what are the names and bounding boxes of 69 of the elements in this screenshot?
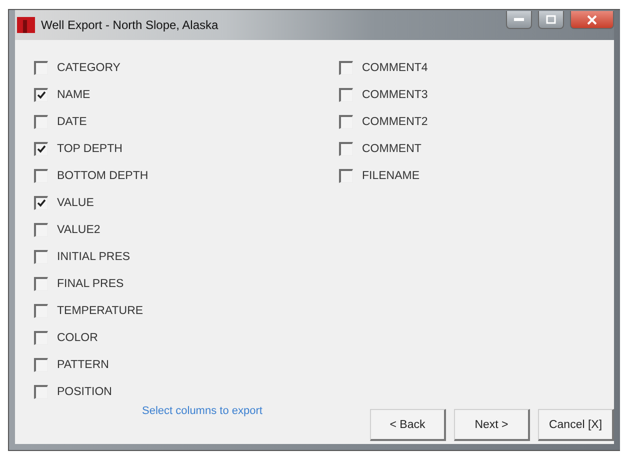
column-checkbox[interactable]: VALUE	[34, 189, 339, 216]
column-checkbox[interactable]: VALUE2	[34, 216, 339, 243]
column-label: FINAL PRES	[57, 278, 124, 290]
checkbox[interactable]	[34, 142, 48, 156]
column-checkbox[interactable]: BOTTOM DEPTH	[34, 162, 339, 189]
checkbox[interactable]	[34, 304, 48, 318]
column-checkbox[interactable]: TOP DEPTH	[34, 135, 339, 162]
checkbox[interactable]	[339, 142, 353, 156]
checkbox[interactable]	[34, 276, 48, 290]
column-label: TEMPERATURE	[57, 304, 144, 316]
checkmark-icon	[37, 91, 46, 99]
checkmark-icon	[37, 145, 46, 153]
dialog-button[interactable]: Cancel [X]	[538, 409, 614, 441]
column-label: COMMENT	[362, 142, 422, 154]
column-label: INITIAL PRES	[57, 250, 130, 262]
column-checkbox[interactable]: PATTERN	[34, 351, 339, 378]
checkbox[interactable]	[34, 330, 48, 344]
checkbox[interactable]	[34, 60, 48, 74]
column-checkbox[interactable]: FINAL PRES	[34, 270, 339, 297]
column-checkbox[interactable]: COLOR	[34, 324, 339, 351]
checkbox[interactable]	[339, 168, 353, 182]
minimize-icon	[514, 18, 524, 22]
column-checkbox[interactable]: COMMENT4	[339, 54, 539, 81]
column-label: COMMENT3	[362, 88, 428, 100]
column-checkbox[interactable]: CATEGORY	[34, 54, 339, 81]
checkbox[interactable]	[34, 168, 48, 182]
column-checkbox[interactable]: INITIAL PRES	[34, 243, 339, 270]
checkbox[interactable]	[339, 60, 353, 74]
column-checkbox[interactable]: NAME	[34, 81, 339, 108]
dialog-button[interactable]: < Back	[370, 409, 446, 441]
close-icon	[587, 14, 597, 24]
column-label: COLOR	[57, 332, 98, 344]
checkbox[interactable]	[34, 196, 48, 210]
checkbox[interactable]	[34, 358, 48, 372]
column-checkbox[interactable]: COMMENT3	[339, 81, 539, 108]
column-label: CATEGORY	[57, 62, 120, 74]
column-checkbox[interactable]: COMMENT2	[339, 108, 539, 135]
window-title: Well Export - North Slope, Alaska	[41, 18, 218, 32]
minimize-button[interactable]	[506, 11, 532, 29]
column-label: POSITION	[57, 386, 112, 398]
maximize-icon	[546, 15, 556, 24]
column-label: VALUE	[57, 196, 94, 208]
column-checkbox[interactable]: COMMENT	[339, 135, 539, 162]
column-label: PATTERN	[57, 358, 109, 370]
checkmark-icon	[37, 199, 46, 207]
column-checkbox[interactable]: FILENAME	[339, 162, 539, 189]
column-label: VALUE2	[57, 224, 100, 236]
maximize-button[interactable]	[538, 11, 564, 29]
column-label: NAME	[57, 88, 90, 100]
column-label: COMMENT2	[362, 116, 428, 128]
checkbox[interactable]	[339, 88, 353, 102]
column-checkbox[interactable]: POSITION	[34, 378, 339, 405]
checkbox[interactable]	[34, 250, 48, 264]
hint-text: Select columns to export	[142, 405, 264, 417]
close-button[interactable]	[570, 11, 614, 29]
checkbox[interactable]	[34, 222, 48, 236]
checkbox[interactable]	[339, 114, 353, 128]
app-logo-icon	[17, 17, 35, 33]
column-label: DATE	[57, 116, 87, 128]
column-label: COMMENT4	[362, 62, 428, 74]
checkbox[interactable]	[34, 114, 48, 128]
checkbox[interactable]	[34, 88, 48, 102]
dialog-button[interactable]: Next >	[454, 409, 530, 441]
column-checkbox[interactable]: DATE	[34, 108, 339, 135]
column-label: BOTTOM DEPTH	[57, 170, 148, 182]
column-checkbox[interactable]: TEMPERATURE	[34, 297, 339, 324]
column-label: FILENAME	[362, 170, 420, 182]
column-label: TOP DEPTH	[57, 142, 122, 154]
checkbox[interactable]	[34, 384, 48, 398]
